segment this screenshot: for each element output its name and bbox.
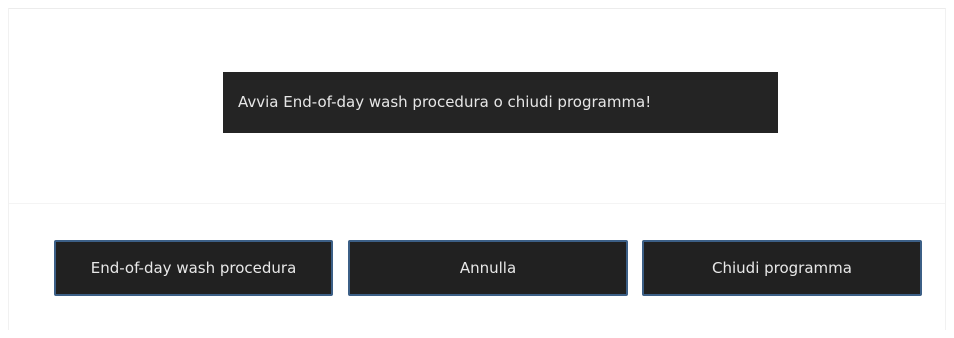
close-program-button[interactable]: Chiudi programma [642, 240, 922, 296]
dialog-message: Avvia End-of-day wash procedura o chiudi… [223, 72, 778, 133]
cancel-button[interactable]: Annulla [348, 240, 628, 296]
divider [9, 203, 945, 204]
dialog: Avvia End-of-day wash procedura o chiudi… [8, 8, 946, 330]
end-of-day-wash-button[interactable]: End-of-day wash procedura [54, 240, 333, 296]
